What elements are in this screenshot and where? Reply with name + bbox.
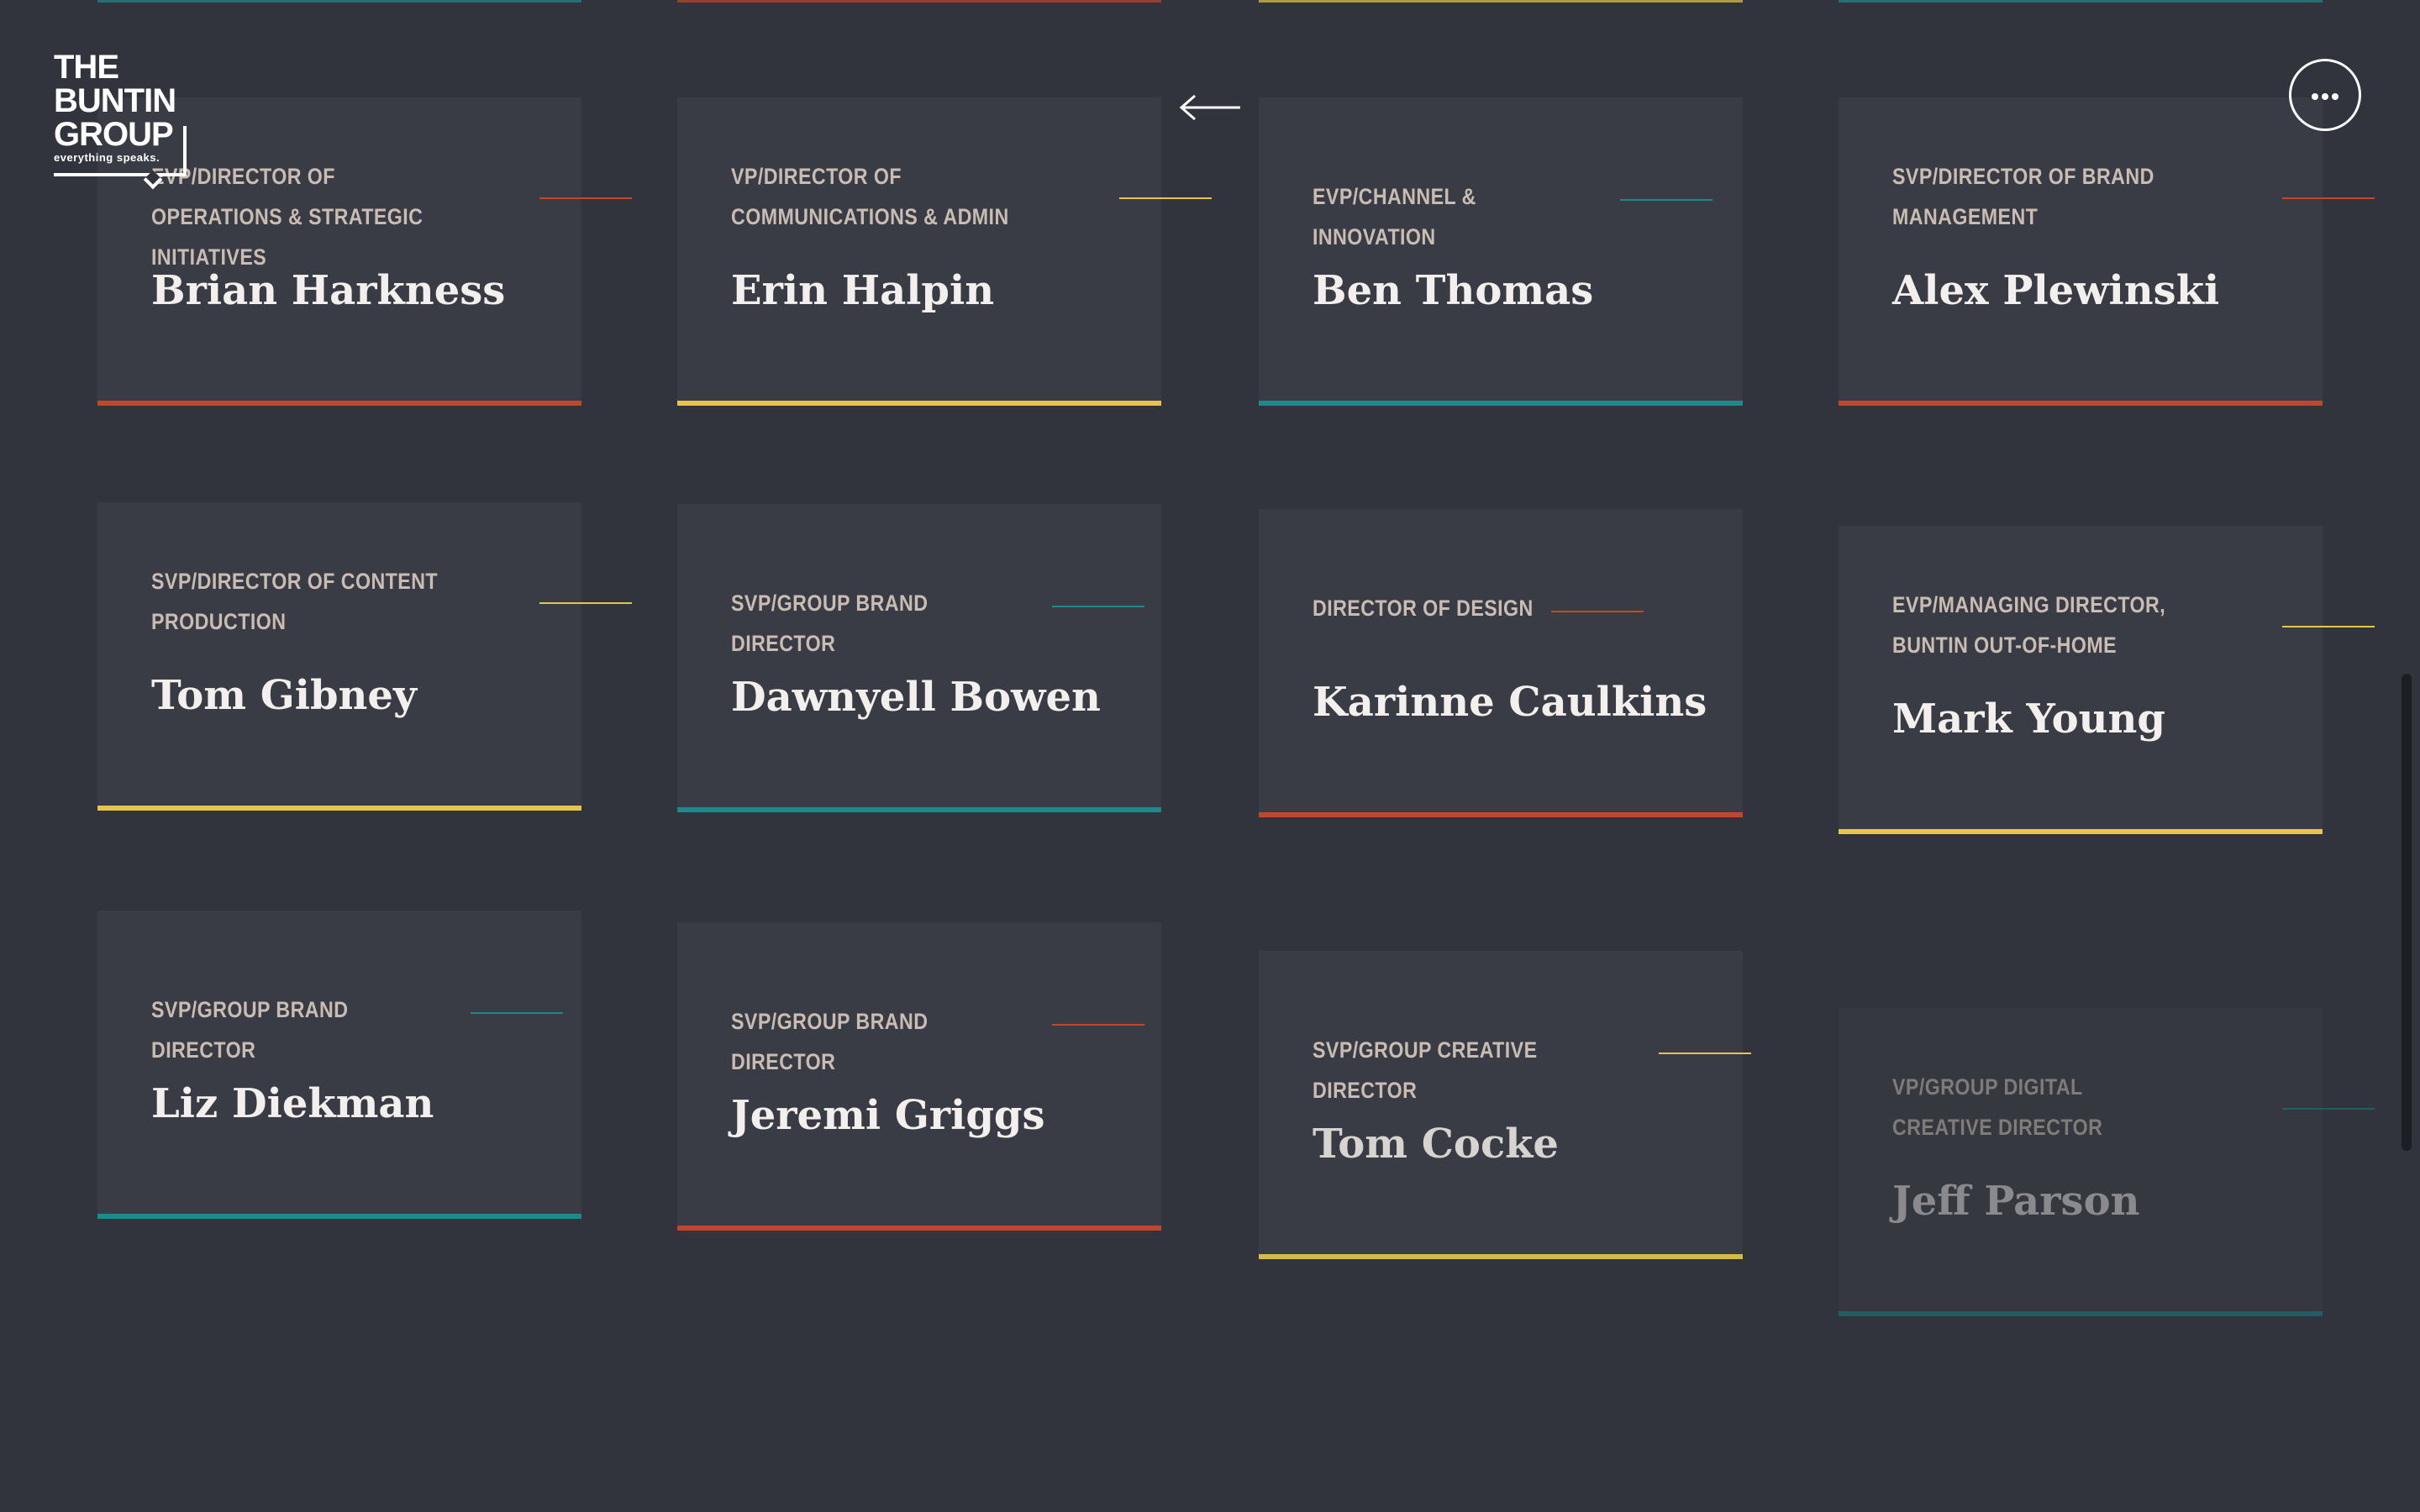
- color-bar: [97, 401, 581, 406]
- color-bar: [677, 401, 1161, 406]
- team-card[interactable]: SVP/Group Brand Director Dawnyell Bowen: [677, 504, 1161, 812]
- team-card[interactable]: Director of Design Karinne Caulkins: [1259, 509, 1743, 817]
- job-title: SVP/Group Creative Director: [1313, 1037, 1538, 1103]
- team-card[interactable]: SVP/Director of Content Production Tom G…: [97, 502, 632, 811]
- accent-line: [1551, 611, 1644, 612]
- color-bar: [1259, 812, 1743, 817]
- person-name: Ben Thomas: [1313, 267, 1594, 314]
- scrollbar-thumb[interactable]: [2402, 674, 2412, 1151]
- job-title: SVP/Group Brand Director: [731, 1009, 929, 1074]
- team-card[interactable]: EVP/Managing Director, Buntin Out-of-Hom…: [1839, 526, 2375, 834]
- person-name: Erin Halpin: [731, 267, 995, 314]
- more-horizontal-icon: [2322, 93, 2328, 100]
- job-title: SVP/Director of Brand Management: [1892, 164, 2154, 229]
- job-title: SVP/Director of Content Production: [151, 569, 439, 634]
- job-title: SVP/Group Brand Director: [731, 591, 929, 656]
- color-bar: [1259, 1254, 1743, 1259]
- more-horizontal-icon: [2312, 93, 2318, 100]
- accent-line: [1620, 199, 1712, 201]
- menu-button[interactable]: [2289, 59, 2361, 131]
- job-title: VP/Group Digital Creative Director: [1892, 1074, 2103, 1140]
- color-bar: [97, 1214, 581, 1219]
- color-bar: [1839, 401, 2323, 406]
- person-name: Jeremi Griggs: [731, 1092, 1045, 1139]
- color-bar: [677, 807, 1161, 812]
- job-title: SVP/Group Brand Director: [151, 997, 349, 1063]
- job-title: EVP/Managing Director, Buntin Out-of-Hom…: [1892, 592, 2166, 658]
- accent-line: [1659, 1053, 1751, 1054]
- buntin-group-logo[interactable]: THE BUNTIN GROUP everything speaks.: [54, 49, 197, 190]
- team-card[interactable]: SVP/Group Brand Director Jeremi Griggs: [677, 922, 1161, 1231]
- person-name: Tom Cocke: [1313, 1121, 1559, 1168]
- card-edge: [1259, 0, 1743, 3]
- team-card[interactable]: SVP/Group Brand Director Liz Diekman: [97, 911, 581, 1219]
- team-page: EVP/Director of Operations & Strategic I…: [0, 0, 2420, 1512]
- job-title: EVP/Channel & Innovation: [1313, 184, 1476, 249]
- color-bar: [97, 806, 581, 811]
- card-edge: [1839, 0, 2323, 3]
- person-name: Karinne Caulkins: [1313, 679, 1707, 726]
- job-title: EVP/Director of Operations & Strategic I…: [151, 164, 424, 270]
- team-card[interactable]: SVP/Group Creative Director Tom Cocke: [1259, 951, 1751, 1259]
- card-edge: [97, 0, 581, 3]
- person-name: Mark Young: [1892, 696, 2165, 743]
- accent-line: [1052, 1024, 1144, 1026]
- team-card[interactable]: VP/Director of Communications & Admin Er…: [677, 97, 1212, 406]
- team-card[interactable]: SVP/Director of Brand Management Alex Pl…: [1839, 97, 2375, 406]
- team-card[interactable]: EVP/Channel & Innovation Ben Thomas: [1259, 97, 1743, 406]
- color-bar: [1839, 829, 2323, 834]
- card-edge: [677, 0, 1161, 3]
- arrow-left-icon[interactable]: [1176, 91, 1244, 124]
- accent-line: [1119, 197, 1212, 199]
- logo-text: BUNTIN: [54, 82, 176, 119]
- person-name: Liz Diekman: [151, 1080, 434, 1127]
- person-name: Brian Harkness: [151, 267, 506, 314]
- logo-frame: [54, 126, 187, 176]
- person-name: Alex Plewinski: [1892, 267, 2220, 314]
- accent-line: [2282, 197, 2375, 199]
- accent-line: [2282, 626, 2375, 627]
- team-card[interactable]: VP/Group Digital Creative Director Jeff …: [1839, 1008, 2375, 1316]
- person-name: Tom Gibney: [151, 672, 417, 719]
- person-name: Dawnyell Bowen: [731, 674, 1101, 721]
- logo-text: THE: [54, 49, 119, 86]
- accent-line: [2282, 1108, 2375, 1110]
- color-bar: [1839, 1311, 2323, 1316]
- person-name: Jeff Parson: [1892, 1178, 2140, 1225]
- job-title: VP/Director of Communications & Admin: [731, 164, 1009, 229]
- accent-line: [539, 197, 632, 199]
- job-title: Director of Design: [1313, 596, 1534, 621]
- color-bar: [677, 1226, 1161, 1231]
- accent-line: [539, 602, 632, 604]
- accent-line: [1052, 606, 1144, 607]
- more-horizontal-icon: [2332, 93, 2338, 100]
- accent-line: [471, 1012, 563, 1014]
- color-bar: [1259, 401, 1743, 406]
